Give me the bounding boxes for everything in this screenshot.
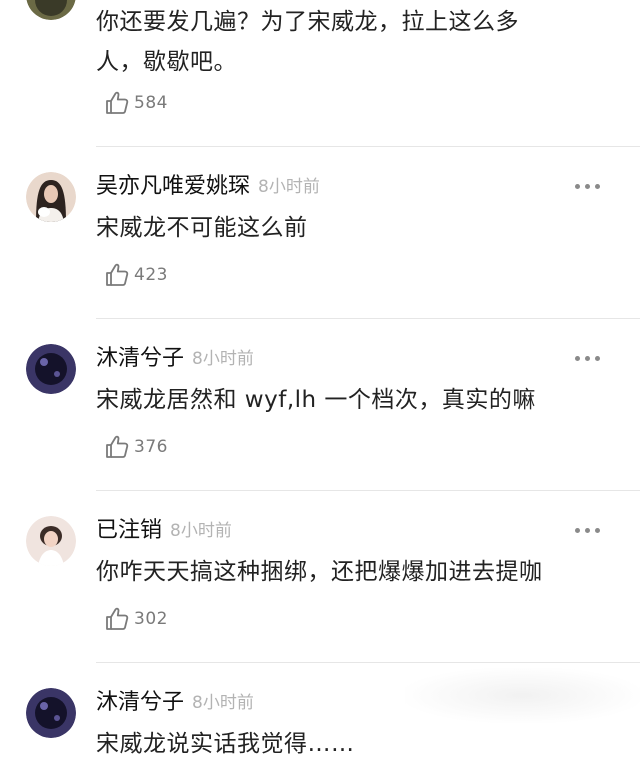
avatar[interactable] xyxy=(26,172,76,222)
username[interactable]: 吴亦凡唯爱姚琛 8小时前 xyxy=(96,172,320,202)
thumbs-up-icon xyxy=(106,607,129,630)
comment-item: 沐清兮子 8小时前 宋威龙居然和 wyf,lh 一个档次，真实的嘛 376 xyxy=(0,320,640,492)
like-count: 376 xyxy=(134,437,168,457)
more-dot-icon xyxy=(585,356,590,361)
timestamp: 8小时前 xyxy=(258,177,320,197)
more-dot-icon xyxy=(575,356,580,361)
username[interactable]: 沐清兮子 8小时前 xyxy=(96,688,254,718)
obscured-area xyxy=(405,668,640,723)
more-dot-icon xyxy=(575,528,580,533)
more-dot-icon xyxy=(585,184,590,189)
comment-text: 宋威龙说实话我觉得…… xyxy=(96,731,355,757)
username[interactable]: 沐清兮子 8小时前 xyxy=(96,344,254,374)
more-dot-icon xyxy=(585,528,590,533)
more-options-button[interactable] xyxy=(575,354,605,364)
like-button[interactable]: 302 xyxy=(104,606,168,632)
avatar[interactable] xyxy=(26,344,76,394)
like-button[interactable]: 584 xyxy=(104,90,168,116)
like-button[interactable]: 376 xyxy=(104,434,168,460)
divider xyxy=(96,146,640,147)
more-options-button[interactable] xyxy=(575,182,605,192)
comment-text: 宋威龙居然和 wyf,lh 一个档次，真实的嘛 xyxy=(96,387,536,413)
comment-item: 已注销 8小时前 你咋天天搞这种捆绑，还把爆爆加进去提咖 302 xyxy=(0,492,640,664)
divider xyxy=(96,318,640,319)
like-button[interactable]: 423 xyxy=(104,262,168,288)
timestamp: 8小时前 xyxy=(192,349,254,369)
avatar[interactable] xyxy=(26,516,76,566)
timestamp: 8小时前 xyxy=(170,521,232,541)
comment-text: 你咋天天搞这种捆绑，还把爆爆加进去提咖 xyxy=(96,559,543,585)
comment-item: 你还要发几遍？为了宋威龙，拉上这么多 人，歇歇吧。 584 xyxy=(0,0,640,148)
like-count: 302 xyxy=(134,609,168,629)
username[interactable]: 已注销 8小时前 xyxy=(96,516,232,546)
divider xyxy=(96,490,640,491)
like-count: 584 xyxy=(134,93,168,113)
more-dot-icon xyxy=(595,356,600,361)
comment-item: 吴亦凡唯爱姚琛 8小时前 宋威龙不可能这么前 423 xyxy=(0,148,640,320)
avatar[interactable] xyxy=(26,0,76,20)
more-dot-icon xyxy=(595,184,600,189)
comment-list: 你还要发几遍？为了宋威龙，拉上这么多 人，歇歇吧。 584 吴亦凡唯爱姚琛 8小时… xyxy=(0,0,640,765)
avatar[interactable] xyxy=(26,688,76,738)
comment-text: 你还要发几遍？为了宋威龙，拉上这么多 人，歇歇吧。 xyxy=(96,9,519,75)
more-dot-icon xyxy=(595,528,600,533)
comment-text: 宋威龙不可能这么前 xyxy=(96,215,308,241)
timestamp: 8小时前 xyxy=(192,693,254,713)
thumbs-up-icon xyxy=(106,91,129,114)
more-options-button[interactable] xyxy=(575,526,605,536)
more-dot-icon xyxy=(575,184,580,189)
like-count: 423 xyxy=(134,265,168,285)
thumbs-up-icon xyxy=(106,263,129,286)
divider xyxy=(96,662,640,663)
thumbs-up-icon xyxy=(106,435,129,458)
